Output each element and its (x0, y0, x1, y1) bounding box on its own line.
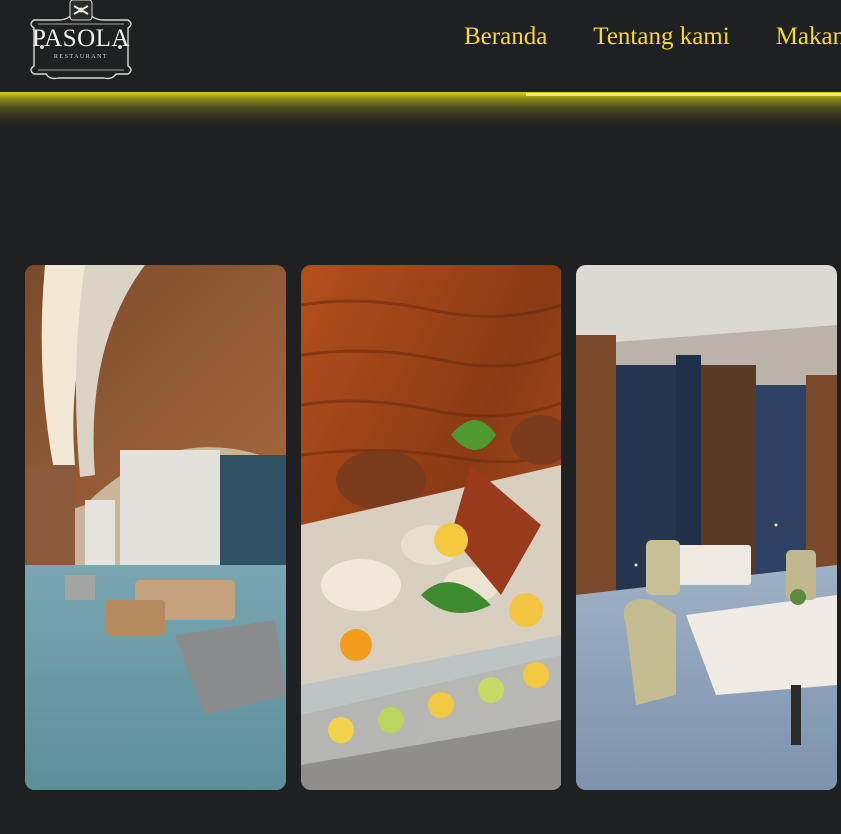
nav-item-beranda[interactable]: Beranda (464, 20, 547, 54)
gallery-card-seafood[interactable] (301, 265, 562, 790)
site-header: PASOLA RESTAURANT Beranda Tentang kami Mak… (0, 0, 841, 92)
brand-logo[interactable]: PASOLA RESTAURANT (24, 0, 138, 84)
nav-item-tentang-kami[interactable]: Tentang kami (593, 20, 729, 54)
gallery-card-dining[interactable] (576, 265, 837, 790)
seafood-photo (301, 265, 561, 790)
brand-name: PASOLA (32, 25, 130, 52)
nav-item-makanan[interactable]: Makanan (776, 20, 841, 54)
dining-photo (576, 265, 837, 790)
header-glow-divider (0, 92, 841, 128)
main-nav: Beranda Tentang kami Makanan (464, 20, 841, 54)
nav-active-underline (526, 93, 841, 96)
gallery-card-lounge[interactable] (25, 265, 286, 790)
lounge-photo (25, 265, 286, 790)
brand-subtitle: RESTAURANT (53, 54, 109, 60)
